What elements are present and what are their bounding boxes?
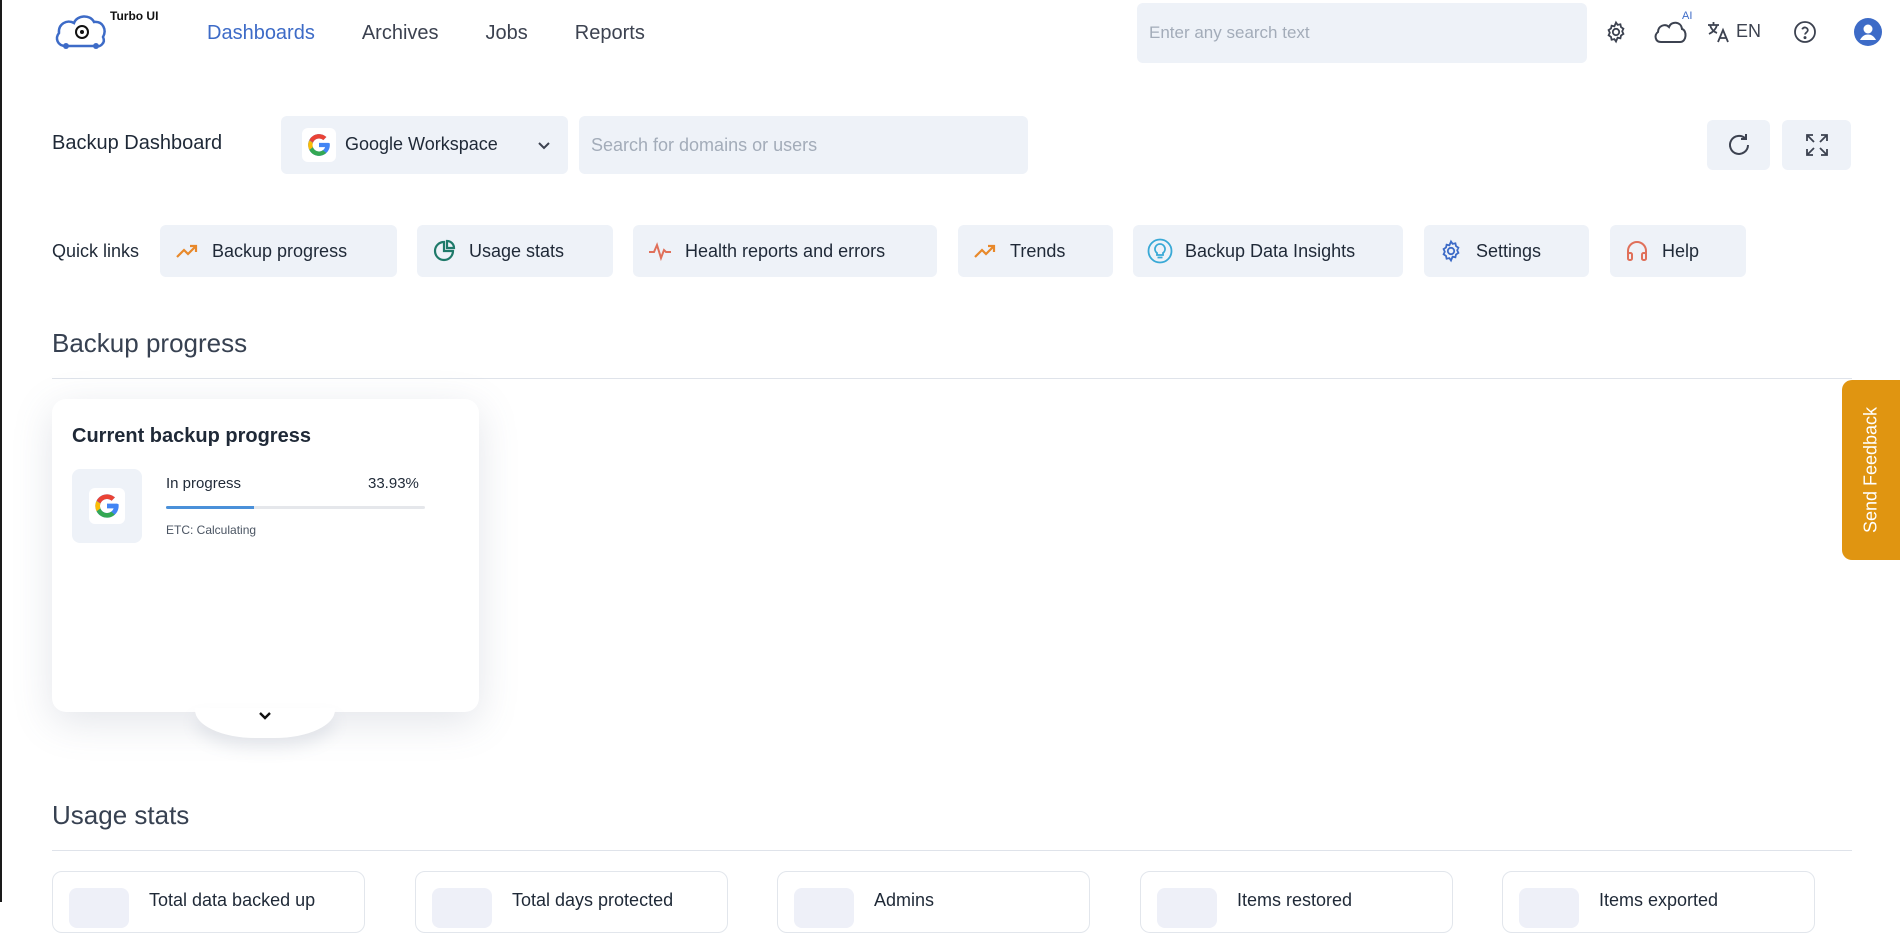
- section-divider: [52, 850, 1852, 851]
- stat-icon: [1519, 888, 1579, 928]
- chevron-down-icon: [259, 712, 271, 720]
- stat-label: Items exported: [1599, 890, 1719, 910]
- quick-link-help[interactable]: Help: [1610, 225, 1746, 277]
- section-divider: [52, 378, 1852, 379]
- quick-link-label: Trends: [1010, 241, 1066, 261]
- section-title-backup-progress: Backup progress: [52, 328, 248, 358]
- quick-link-settings[interactable]: Settings: [1424, 225, 1589, 277]
- quick-link-backup-progress[interactable]: Backup progress: [160, 225, 397, 277]
- stat-card-items-exported[interactable]: Items exported: [1502, 871, 1815, 933]
- chevron-down-icon: [538, 142, 550, 150]
- domain-search-input[interactable]: [579, 116, 1028, 174]
- google-logo-icon: [89, 488, 125, 524]
- stat-label: Items restored: [1237, 890, 1353, 910]
- quick-link-trends[interactable]: Trends: [958, 225, 1113, 277]
- ai-badge: AI: [1682, 10, 1693, 22]
- quick-link-label: Backup progress: [212, 241, 348, 261]
- quick-link-label: Settings: [1476, 241, 1542, 261]
- quick-link-health-reports[interactable]: Health reports and errors: [633, 225, 937, 277]
- lightbulb-icon: [1147, 238, 1173, 264]
- google-service-tile: [72, 469, 142, 543]
- progress-status: In progress: [166, 475, 242, 492]
- card-title: Current backup progress: [72, 425, 311, 447]
- stat-icon: [432, 888, 492, 928]
- help-circle-icon[interactable]: [1791, 18, 1819, 46]
- send-feedback-tab[interactable]: Send Feedback: [1842, 380, 1900, 560]
- send-feedback-label: Send Feedback: [1860, 406, 1881, 534]
- app-logo[interactable]: Turbo UI: [52, 6, 172, 54]
- stat-label: Total data backed up: [149, 890, 316, 910]
- gear-icon: [1438, 238, 1464, 264]
- nav-dashboards[interactable]: Dashboards: [207, 20, 315, 46]
- settings-gear-icon[interactable]: [1602, 18, 1630, 46]
- pulse-icon: [647, 238, 673, 264]
- stat-label: Admins: [874, 890, 935, 910]
- refresh-button[interactable]: [1707, 120, 1770, 170]
- stat-card-admins[interactable]: Admins: [777, 871, 1090, 933]
- cloud-logo-icon: [55, 15, 106, 49]
- global-search-input[interactable]: [1137, 3, 1587, 63]
- quick-link-label: Usage stats: [469, 241, 565, 261]
- stat-icon: [794, 888, 854, 928]
- stat-card-total-days-protected[interactable]: Total days protected: [415, 871, 728, 933]
- stat-icon: [69, 888, 129, 928]
- expand-card-toggle[interactable]: [195, 708, 335, 740]
- workspace-label: Google Workspace: [345, 134, 498, 154]
- workspace-select[interactable]: Google Workspace: [281, 116, 568, 174]
- stat-icon: [1157, 888, 1217, 928]
- nav-reports[interactable]: Reports: [575, 20, 645, 46]
- stat-card-items-restored[interactable]: Items restored: [1140, 871, 1453, 933]
- user-avatar-icon[interactable]: [1854, 18, 1882, 46]
- nav-jobs[interactable]: Jobs: [486, 20, 528, 46]
- quick-link-label: Help: [1662, 241, 1700, 261]
- trend-up-icon: [972, 238, 998, 264]
- quick-links-label: Quick links: [52, 241, 140, 261]
- quick-link-backup-data-insights[interactable]: Backup Data Insights: [1133, 225, 1403, 277]
- quick-link-label: Backup Data Insights: [1185, 241, 1356, 261]
- nav-archives[interactable]: Archives: [362, 20, 439, 46]
- google-logo-icon: [302, 128, 336, 162]
- quick-link-usage-stats[interactable]: Usage stats: [417, 225, 613, 277]
- pie-chart-icon: [431, 238, 457, 264]
- current-backup-progress-card: Current backup progress In progress 33.9…: [52, 399, 479, 712]
- logo-text: Turbo UI: [110, 9, 159, 23]
- quick-link-label: Health reports and errors: [685, 241, 886, 261]
- window-edge: [0, 0, 2, 902]
- progress-bar-fill: [166, 506, 254, 509]
- progress-etc: ETC: Calculating: [166, 523, 257, 537]
- language-label[interactable]: EN: [1736, 21, 1761, 42]
- top-navigation-bar: Turbo UI Dashboards Archives Jobs Report…: [0, 0, 1900, 66]
- ai-cloud-icon[interactable]: [1652, 18, 1688, 46]
- fullscreen-button[interactable]: [1782, 120, 1851, 170]
- trend-up-icon: [174, 238, 200, 264]
- expand-icon: [1805, 134, 1828, 156]
- stat-label: Total days protected: [512, 890, 674, 910]
- translate-icon[interactable]: [1704, 18, 1732, 46]
- section-title-usage-stats: Usage stats: [52, 800, 190, 830]
- refresh-icon: [1728, 134, 1749, 155]
- main-nav: Dashboards Archives Jobs Reports: [207, 20, 692, 46]
- stat-card-total-data-backed-up[interactable]: Total data backed up: [52, 871, 365, 933]
- page-title: Backup Dashboard: [52, 132, 223, 154]
- headset-icon: [1624, 238, 1650, 264]
- progress-bar: [166, 506, 425, 509]
- progress-percent: 33.93%: [368, 475, 419, 492]
